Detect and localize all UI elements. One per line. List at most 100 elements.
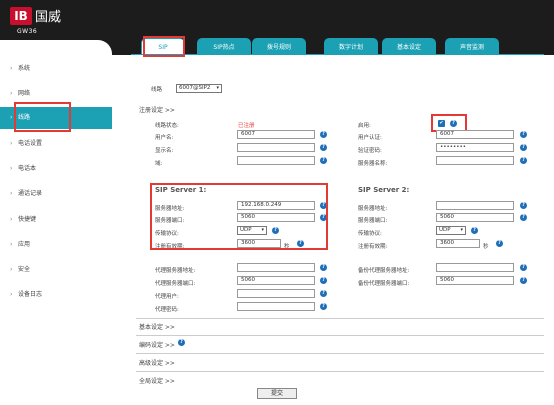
- sidebar-item-label: 设备日志: [18, 291, 43, 298]
- proxy-user-label: 代理用户:: [155, 294, 179, 300]
- enable-checkbox[interactable]: ✔: [438, 120, 445, 127]
- sidebar-item-apps[interactable]: › 应用: [0, 238, 112, 251]
- divider: [136, 353, 544, 354]
- brand-logo: IB 国威: [10, 6, 61, 25]
- status-label: 线路状态:: [155, 123, 179, 129]
- device-model: GW36: [17, 28, 38, 35]
- backup-proxy-port-field[interactable]: 5060: [436, 276, 514, 285]
- chevron-right-icon: ›: [10, 114, 13, 121]
- help-icon[interactable]: ?: [520, 214, 527, 221]
- sidebar-item-system[interactable]: › 系统: [0, 62, 112, 75]
- help-icon[interactable]: ?: [320, 131, 327, 138]
- server-port-label: 服务器端口:: [358, 218, 388, 224]
- auth-user-label: 用户认证:: [358, 135, 382, 141]
- codec-settings-toggle[interactable]: 编码设定 >>: [139, 340, 175, 349]
- divider: [136, 335, 544, 336]
- status-badge: 已注册: [238, 123, 255, 129]
- tab-sip[interactable]: SIP: [141, 38, 185, 55]
- proxy-addr-label: 代理服务器地址:: [155, 268, 196, 274]
- chevron-right-icon: ›: [10, 190, 13, 197]
- line-select-value: 6007@SIP2: [179, 85, 211, 91]
- help-icon[interactable]: ?: [496, 240, 503, 247]
- advanced-settings-toggle[interactable]: 高级设定 >>: [139, 358, 175, 367]
- chevron-down-icon: ▾: [261, 227, 264, 233]
- password-field[interactable]: ••••••••: [436, 143, 514, 152]
- server-1-transport-select[interactable]: UDP ▾: [237, 226, 267, 235]
- sidebar-item-call-log[interactable]: › 通话记录: [0, 187, 112, 200]
- help-icon[interactable]: ?: [450, 120, 457, 127]
- chevron-right-icon: ›: [10, 291, 13, 298]
- server-2-address-field[interactable]: [436, 201, 514, 210]
- domain-field[interactable]: [237, 156, 315, 165]
- help-icon[interactable]: ?: [320, 264, 327, 271]
- basic-settings-toggle[interactable]: 基本设定 >>: [139, 322, 175, 331]
- divider: [136, 318, 544, 319]
- display-name-field[interactable]: [237, 143, 315, 152]
- help-icon[interactable]: ?: [520, 277, 527, 284]
- server-name-label: 服务器名称:: [358, 161, 388, 167]
- tab-dial-rules[interactable]: 拨号规则: [252, 38, 306, 55]
- help-icon[interactable]: ?: [320, 157, 327, 164]
- help-icon[interactable]: ?: [320, 277, 327, 284]
- server-2-expire-field[interactable]: 3600: [436, 239, 480, 248]
- backup-proxy-port-label: 备份代理服务器端口:: [358, 281, 410, 287]
- help-icon[interactable]: ?: [520, 144, 527, 151]
- help-icon[interactable]: ?: [320, 202, 327, 209]
- transport-label: 传输协议:: [358, 231, 382, 237]
- tab-sip-hotspot[interactable]: SIP热点: [197, 38, 251, 55]
- expire-label: 注册有效期:: [358, 244, 388, 250]
- seconds-unit: 秒: [483, 244, 489, 250]
- chevron-right-icon: ›: [10, 90, 13, 97]
- sidebar-item-label: 快捷键: [18, 216, 37, 223]
- sidebar-item-label: 电话设置: [18, 140, 43, 147]
- help-icon[interactable]: ?: [320, 290, 327, 297]
- sidebar-item-phonebook[interactable]: › 电话本: [0, 162, 112, 175]
- tab-sound-monitor[interactable]: 声音监测: [445, 38, 499, 55]
- help-icon[interactable]: ?: [520, 131, 527, 138]
- backup-proxy-address-field[interactable]: [436, 263, 514, 272]
- sidebar-item-label: 系统: [18, 65, 31, 72]
- global-settings-toggle[interactable]: 全局设定 >>: [139, 376, 175, 385]
- chevron-right-icon: ›: [10, 165, 13, 172]
- help-icon[interactable]: ?: [520, 202, 527, 209]
- enable-label: 启用:: [358, 123, 371, 129]
- help-icon[interactable]: ?: [471, 227, 478, 234]
- help-icon[interactable]: ?: [178, 339, 185, 346]
- sidebar-item-phone-settings[interactable]: › 电话设置: [0, 137, 112, 150]
- tab-digit-map[interactable]: 数字计划: [324, 38, 378, 55]
- server-1-expire-field[interactable]: 3600: [237, 239, 281, 248]
- help-icon[interactable]: ?: [320, 303, 327, 310]
- transport-value: UDP: [240, 227, 252, 233]
- sidebar-item-label: 安全: [18, 266, 31, 273]
- line-select[interactable]: 6007@SIP2 ▾: [176, 84, 222, 93]
- server-2-transport-select[interactable]: UDP ▾: [436, 226, 466, 235]
- chevron-right-icon: ›: [10, 140, 13, 147]
- sidebar-item-line[interactable]: › 线路: [0, 107, 112, 129]
- proxy-user-field[interactable]: [237, 289, 315, 298]
- server-1-port-field[interactable]: 5060: [237, 213, 315, 222]
- proxy-port-field[interactable]: 5060: [237, 276, 315, 285]
- username-field[interactable]: 6007: [237, 130, 315, 139]
- auth-user-field[interactable]: 6007: [436, 130, 514, 139]
- sidebar-item-shortcuts[interactable]: › 快捷键: [0, 213, 112, 226]
- help-icon[interactable]: ?: [272, 227, 279, 234]
- submit-button[interactable]: 提交: [257, 388, 297, 399]
- sidebar-item-network[interactable]: › 网络: [0, 87, 112, 100]
- help-icon[interactable]: ?: [520, 157, 527, 164]
- proxy-address-field[interactable]: [237, 263, 315, 272]
- help-icon[interactable]: ?: [520, 264, 527, 271]
- server-name-field[interactable]: [436, 156, 514, 165]
- sidebar-item-security[interactable]: › 安全: [0, 263, 112, 276]
- help-icon[interactable]: ?: [297, 240, 304, 247]
- register-section-toggle[interactable]: 注册设定 >>: [139, 105, 175, 114]
- server-2-port-field[interactable]: 5060: [436, 213, 514, 222]
- chevron-right-icon: ›: [10, 266, 13, 273]
- help-icon[interactable]: ?: [320, 214, 327, 221]
- chevron-down-icon: ▾: [216, 85, 219, 91]
- server-1-address-field[interactable]: 192.168.0.249: [237, 201, 315, 210]
- proxy-password-field[interactable]: [237, 302, 315, 311]
- tab-basic-settings[interactable]: 基本设定: [382, 38, 436, 55]
- logo-mark: IB: [10, 6, 32, 25]
- sidebar-item-device-log[interactable]: › 设备日志: [0, 288, 112, 301]
- help-icon[interactable]: ?: [320, 144, 327, 151]
